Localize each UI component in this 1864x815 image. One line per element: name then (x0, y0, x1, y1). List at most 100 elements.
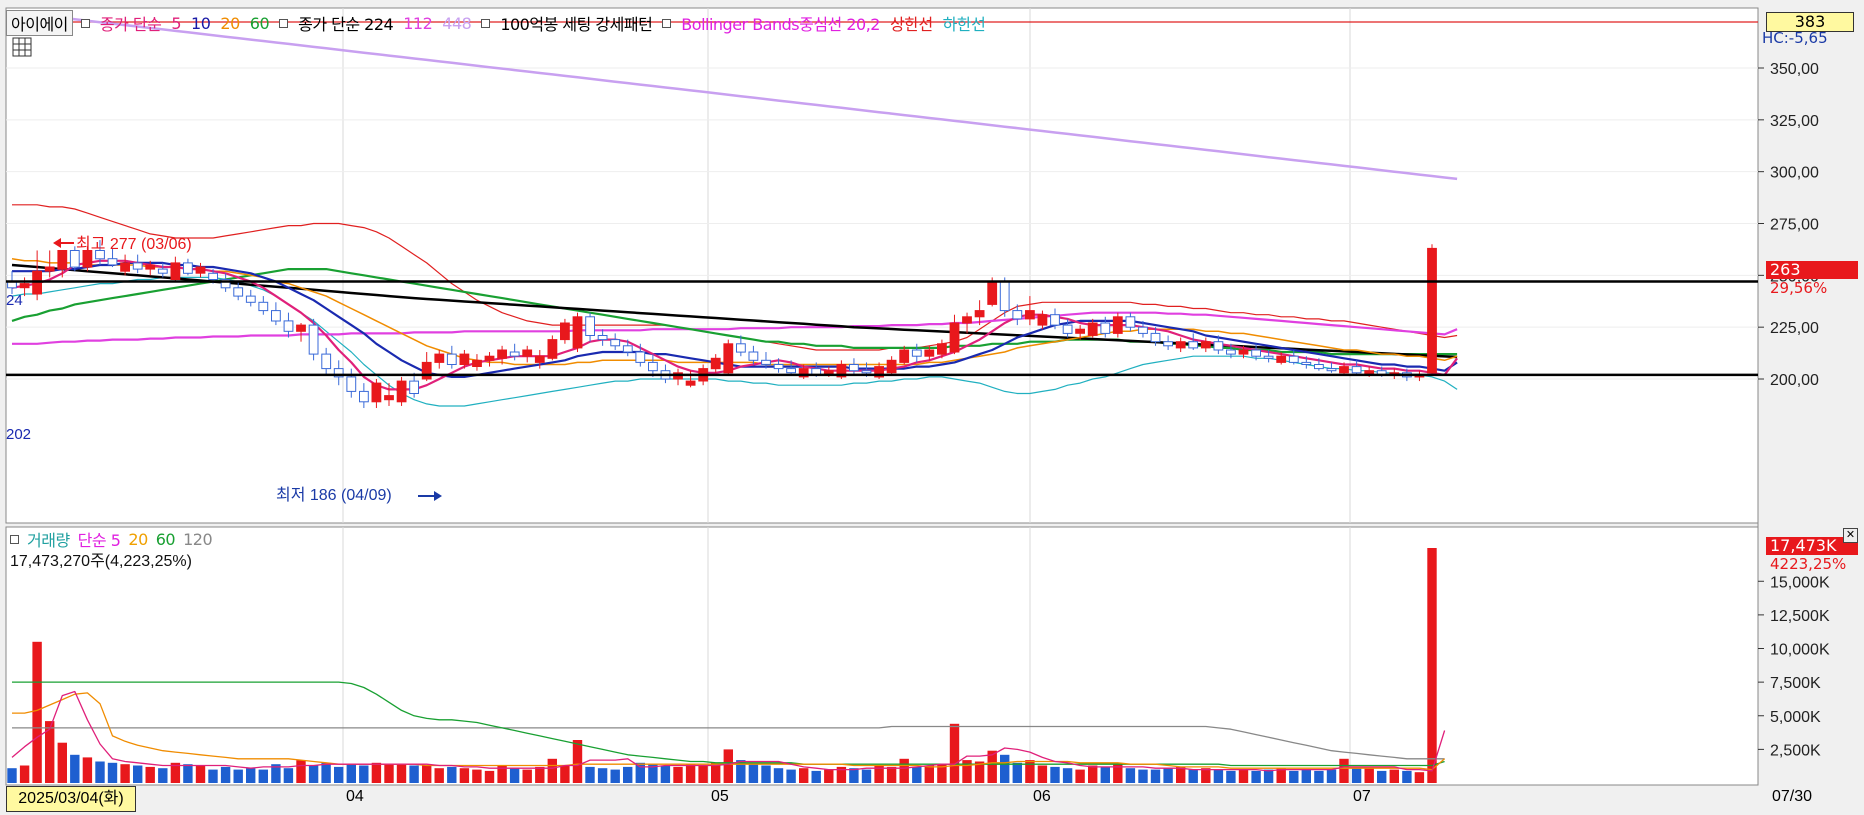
legend-item[interactable]: 448 (440, 14, 473, 33)
grid-toggle-icon[interactable] (12, 37, 32, 57)
volume-bar (560, 765, 570, 783)
candle (283, 320, 294, 332)
legend-item[interactable]: 10 (189, 14, 212, 33)
candle (987, 281, 998, 305)
price-tick-label: 350,00 (1770, 61, 1819, 78)
current-change-label: 29,56% (1770, 279, 1828, 297)
candle (1226, 349, 1236, 355)
candle (1213, 341, 1224, 351)
volume-bar (208, 769, 218, 783)
candle (560, 322, 570, 341)
volume-bar (1389, 769, 1399, 783)
volume-bar (422, 765, 432, 783)
candle (1100, 322, 1111, 334)
legend-item[interactable]: Bollinger Bands중심선 20,2 (679, 11, 882, 35)
legend-item[interactable]: 5 (169, 14, 183, 33)
candle (1339, 366, 1349, 374)
volume-bar (57, 742, 67, 783)
volume-tick-label: 12,500K (1770, 608, 1830, 625)
candle (170, 262, 181, 280)
volume-bar (899, 758, 909, 783)
candle (1200, 341, 1211, 349)
volume-bar (748, 764, 759, 783)
volume-bar (246, 768, 256, 783)
volume-bar (321, 762, 331, 783)
volume-bar (346, 764, 356, 783)
candle (597, 335, 608, 341)
volume-summary: 17,473,270주(4,223,25%) (10, 553, 192, 570)
candle (1150, 332, 1161, 343)
legend-item[interactable]: 종가 단순 224 (296, 11, 395, 35)
candle (208, 272, 218, 280)
candle (1314, 364, 1324, 370)
volume-tick-label: 10,000K (1770, 642, 1830, 659)
candle (145, 264, 156, 270)
volume-bar (409, 765, 419, 783)
volume-legend-item[interactable]: 60 (156, 530, 176, 549)
candle (723, 343, 734, 374)
x-axis-start-label: 2025/03/04(화) (6, 786, 136, 812)
legend-item[interactable]: 상한선 (888, 11, 935, 35)
candle (773, 364, 784, 370)
volume-tick-label: 15,000K (1770, 574, 1830, 591)
x-axis-month-label: 06 (1033, 788, 1051, 805)
volume-bar (434, 768, 444, 783)
volume-bar (811, 770, 821, 783)
price-tick-label: 275,00 (1770, 217, 1819, 234)
volume-bar (32, 641, 42, 783)
candle (572, 316, 583, 349)
volume-bar (195, 765, 206, 783)
volume-bar (484, 770, 495, 783)
candle (245, 295, 256, 303)
volume-legend-item[interactable]: 20 (128, 530, 148, 549)
volume-bar (1414, 772, 1425, 783)
volume-bar (70, 754, 80, 783)
volume-bar (1238, 769, 1249, 783)
volume-bar (610, 769, 620, 783)
volume-bar (1025, 760, 1035, 783)
legend-item[interactable]: 100억봉 세팅 강세패턴 (498, 11, 654, 35)
volume-bar (1176, 766, 1186, 783)
low-label: 최저 186 (04/09) (276, 486, 392, 504)
candle (321, 353, 332, 370)
candle (472, 359, 482, 367)
candle (1188, 341, 1199, 349)
price-tick-label: 200,00 (1770, 372, 1819, 389)
volume-bar (673, 766, 683, 783)
volume-bar (1100, 766, 1110, 783)
volume-bar (861, 769, 872, 783)
legend-item[interactable]: 60 (248, 14, 271, 33)
volume-bar (396, 764, 407, 783)
volume-bar (1062, 768, 1073, 783)
volume-bar (371, 762, 382, 783)
legend-item[interactable]: 112 (401, 14, 434, 33)
volume-bar (1125, 768, 1136, 783)
volume-bar (761, 765, 771, 783)
candle (484, 355, 495, 361)
volume-bar (1163, 768, 1173, 783)
candle (459, 353, 470, 366)
volume-bar (296, 760, 306, 783)
volume-bar (509, 768, 520, 783)
volume-bar (472, 769, 482, 783)
close-icon[interactable]: ✕ (1843, 528, 1858, 543)
volume-legend-item[interactable]: 120 (183, 530, 213, 549)
symbol-chip[interactable]: 아이에이 (6, 10, 73, 36)
candle (258, 301, 269, 312)
legend-square-icon (662, 18, 672, 28)
legend-square-icon (10, 534, 19, 544)
volume-bar (912, 766, 922, 783)
candle (434, 353, 445, 363)
candle (648, 361, 658, 372)
volume-bar (886, 766, 897, 783)
legend-item[interactable]: 하한선 (941, 11, 988, 35)
volume-bar (1050, 766, 1060, 783)
price-tick-label: 300,00 (1770, 165, 1819, 182)
legend-item[interactable]: 20 (218, 14, 241, 33)
candle (786, 368, 797, 374)
volume-bar (1339, 758, 1349, 783)
volume-bar (1364, 768, 1374, 783)
candle (1012, 310, 1023, 320)
legend-square-icon (481, 18, 491, 28)
legend-item[interactable]: 종가 단순 (98, 11, 163, 35)
